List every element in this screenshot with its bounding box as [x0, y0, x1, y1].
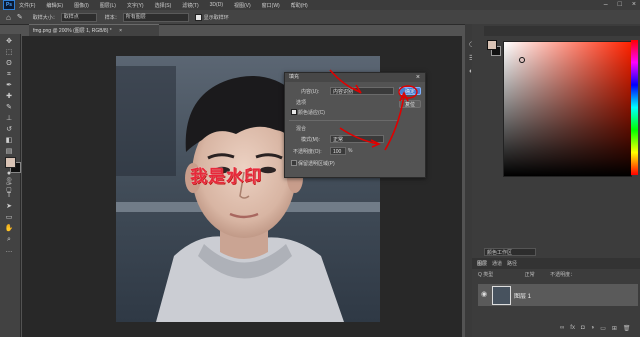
group-icon[interactable]: ▭	[600, 325, 606, 332]
layer-row[interactable]: ◉ 图层 1	[478, 284, 638, 306]
adjustment-layer-icon[interactable]: ◑	[591, 325, 595, 332]
layers-footer: ∞ fx ◘ ◑ ▭ ⊞ 🗑	[560, 325, 631, 332]
workspace-dropdown[interactable]: 颜色工作区	[484, 248, 536, 256]
fx-icon[interactable]: fx	[570, 325, 575, 332]
ok-button-highlight	[398, 85, 418, 99]
layers-filter-row: Q 类型 正常 不透明度：	[478, 271, 638, 278]
tab-layers[interactable]: 图层	[477, 260, 487, 267]
layer-name[interactable]: 图层 1	[514, 291, 531, 300]
arrow-to-ok-button	[384, 95, 405, 151]
tab-channels[interactable]: 通道	[492, 260, 502, 267]
color-panel-header	[484, 26, 640, 36]
foreground-color-swatch[interactable]	[5, 157, 16, 168]
hue-slider[interactable]	[631, 40, 638, 175]
layer-opacity-label: 不透明度：	[550, 272, 576, 278]
color-picker-field[interactable]	[503, 41, 632, 177]
panel-fg-swatch[interactable]	[487, 40, 497, 50]
arrow-head-content	[352, 84, 362, 94]
layer-blend-mode[interactable]: 正常	[525, 272, 535, 278]
delete-layer-icon[interactable]: 🗑	[623, 325, 631, 332]
layers-panel-tabs: 图层 通道 路径	[472, 258, 640, 269]
mask-icon[interactable]: ◘	[581, 325, 585, 332]
color-swatches[interactable]	[487, 40, 501, 60]
color-picker-cursor[interactable]	[519, 57, 525, 63]
visibility-eye-icon[interactable]: ◉	[481, 290, 487, 298]
layer-thumbnail	[492, 286, 511, 305]
layer-kind-filter[interactable]: Q 类型	[478, 272, 493, 278]
new-layer-icon[interactable]: ⊞	[612, 325, 617, 332]
arrow-to-mode-select	[339, 127, 379, 145]
link-layers-icon[interactable]: ∞	[560, 325, 564, 332]
tab-paths[interactable]: 路径	[507, 260, 517, 267]
